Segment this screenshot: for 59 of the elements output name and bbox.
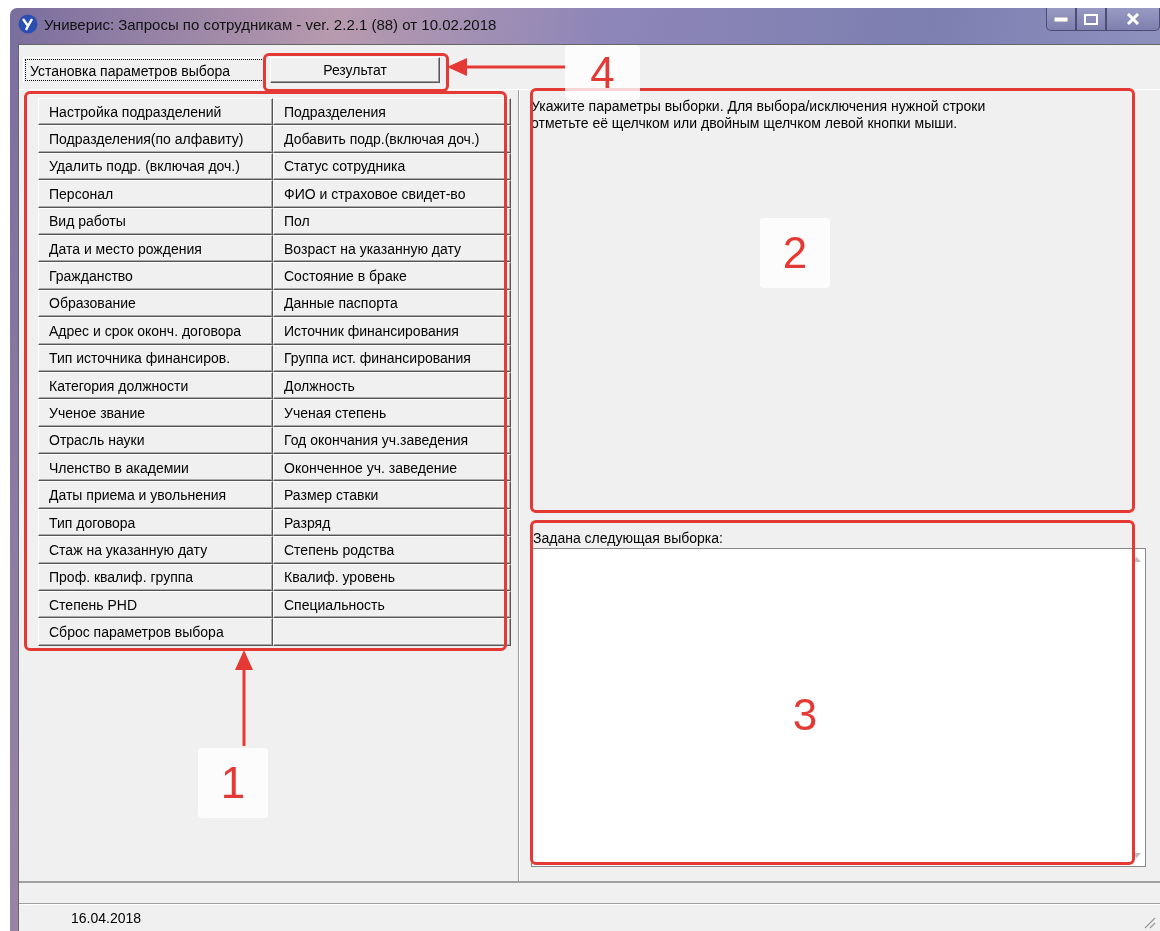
parameter-button[interactable]: Год окончания уч.заведения <box>273 426 511 455</box>
maximize-button[interactable] <box>1076 8 1106 31</box>
callout-number: 4 <box>565 45 640 100</box>
parameter-button[interactable]: Адрес и срок оконч. договора <box>38 317 273 345</box>
parameter-button[interactable]: Данные паспорта <box>273 289 511 318</box>
parameter-button[interactable]: Дата и место рождения <box>38 234 273 263</box>
window-title: Универис: Запросы по сотрудникам - ver. 2.2.1 (88) от 10.02.2018 <box>44 15 497 33</box>
resize-grip-icon[interactable] <box>1142 915 1156 929</box>
status-date: 16.04.2018 <box>71 910 142 926</box>
parameter-button[interactable]: Размер ставки <box>273 481 511 509</box>
parameter-button[interactable]: Должность <box>273 371 511 400</box>
parameter-button[interactable]: Ученая степень <box>273 399 511 427</box>
instructions-text: Укажите параметры выборки. Для выбора/исключения нужной строки отметьте её щелчком или двойным щелчком левой кнопки мыши. <box>531 98 987 132</box>
maximize-icon <box>1084 13 1098 25</box>
callout-number: 3 <box>791 689 819 741</box>
parameter-button[interactable]: Пол <box>273 207 511 235</box>
parameter-button[interactable]: Степень родства <box>273 536 511 564</box>
scroll-up-icon[interactable] <box>1132 557 1141 562</box>
parameter-button[interactable]: Добавить подр.(включая доч.) <box>273 125 511 153</box>
parameter-button[interactable]: Разряд <box>273 508 511 537</box>
parameter-button[interactable]: Источник финансирования <box>273 317 511 345</box>
callout-number: 1 <box>198 748 268 818</box>
parameter-button[interactable]: Отрасль науки <box>38 426 273 455</box>
parameter-button[interactable]: Проф. квалиф. группа <box>38 563 273 592</box>
app-logo-icon <box>18 14 38 34</box>
parameter-button[interactable]: Оконченное уч. заведение <box>273 454 511 482</box>
minimize-icon <box>1054 16 1068 22</box>
parameter-button[interactable]: Образование <box>38 289 273 318</box>
parameter-button[interactable]: Ученое звание <box>38 399 273 427</box>
parameter-button[interactable]: Гражданство <box>38 262 273 290</box>
tab[interactable]: Установка параметров выбора <box>23 57 266 83</box>
parameter-button[interactable]: Сброс параметров выбора <box>38 618 273 646</box>
parameter-button[interactable]: Группа ист. финансирования <box>273 344 511 372</box>
parameter-button[interactable]: Подразделения(по алфавиту) <box>38 125 273 153</box>
parameter-button[interactable]: Персонал <box>38 180 273 208</box>
parameter-button[interactable]: Членство в академии <box>38 454 273 482</box>
scroll-down-icon[interactable] <box>1132 853 1141 858</box>
parameter-button[interactable]: Вид работы <box>38 207 273 235</box>
parameter-button[interactable]: Тип договора <box>38 508 273 537</box>
parameter-button[interactable]: Удалить подр. (включая доч.) <box>38 152 273 181</box>
parameter-button[interactable]: Состояние в браке <box>273 262 511 290</box>
parameter-button[interactable]: Тип источника финансиров. <box>38 344 273 372</box>
callout-number: 2 <box>760 218 830 288</box>
parameter-button[interactable]: Стаж на указанную дату <box>38 536 273 564</box>
parameter-button[interactable]: Степень PHD <box>38 591 273 619</box>
selection-label: Задана следующая выборка: <box>532 530 723 546</box>
parameter-button[interactable]: Подразделения <box>273 98 511 126</box>
close-icon <box>1126 13 1140 25</box>
parameter-button[interactable]: Категория должности <box>38 371 273 400</box>
tab[interactable]: Результат <box>270 57 440 83</box>
close-button[interactable] <box>1106 8 1160 31</box>
minimize-button[interactable] <box>1046 8 1076 31</box>
parameter-button[interactable]: Квалиф. уровень <box>273 563 511 592</box>
parameter-button[interactable]: ФИО и страховое свидет-во <box>273 180 511 208</box>
parameter-button[interactable]: Настройка подразделений <box>38 98 273 126</box>
parameter-button[interactable]: Возраст на указанную дату <box>273 234 511 263</box>
parameter-button[interactable]: Статус сотрудника <box>273 152 511 181</box>
parameter-button[interactable]: Даты приема и увольнения <box>38 481 273 509</box>
parameter-button[interactable]: Специальность <box>273 591 511 619</box>
